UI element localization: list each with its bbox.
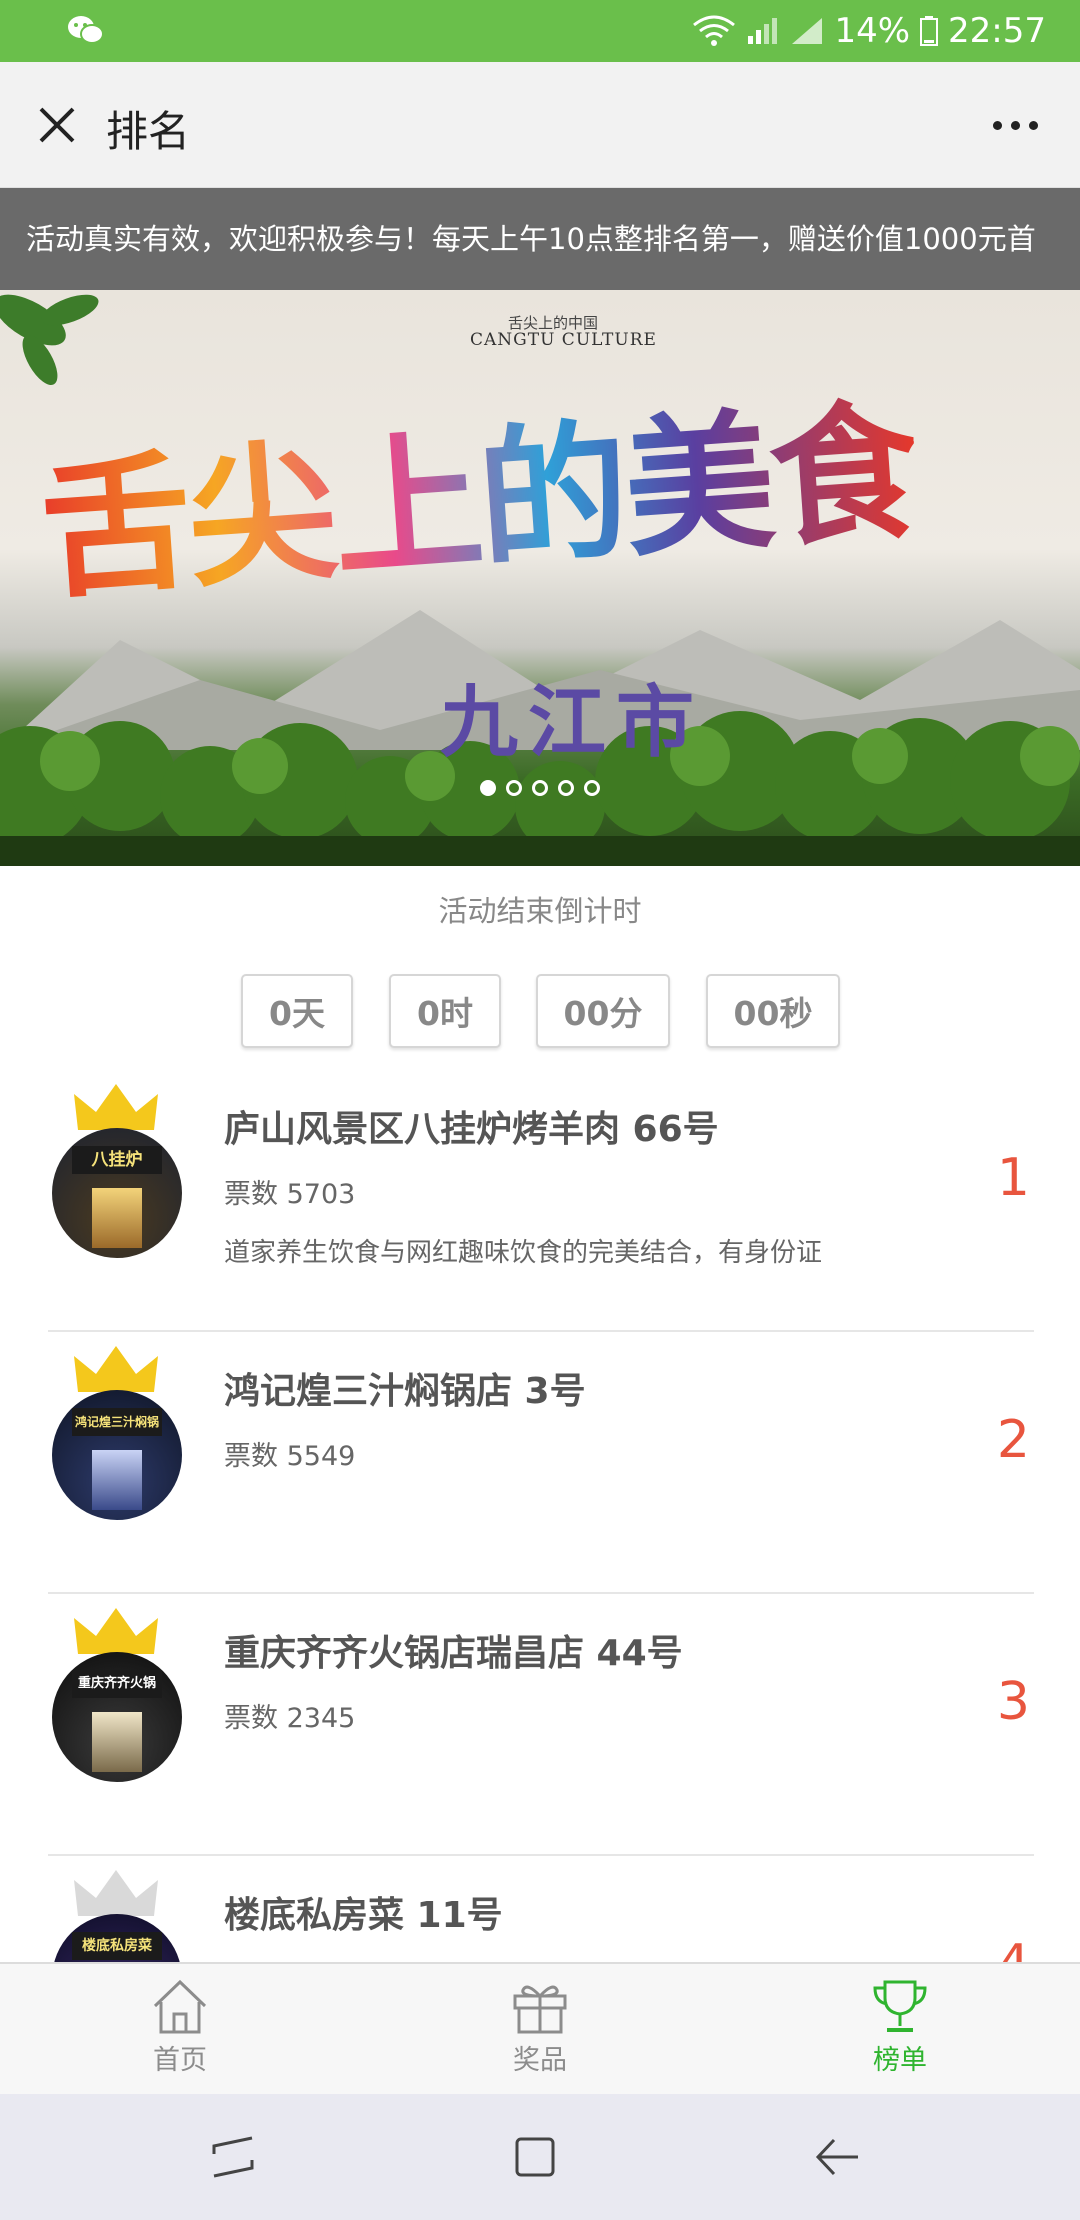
close-icon	[39, 107, 75, 143]
trophy-icon	[873, 1980, 927, 2032]
item-rank: 3	[996, 1672, 1030, 1732]
banner-subtitle-en: CANGTU CULTURE	[470, 330, 657, 350]
page-title: 排名	[106, 107, 191, 156]
countdown-seconds: 00秒	[706, 974, 840, 1048]
list-item[interactable]: 鸿记煌三汁焖锅 鸿记煌三汁焖锅店 3号 票数 5549 2	[48, 1332, 1034, 1594]
status-bar: 14% 22:57	[0, 0, 1080, 62]
recent-apps-button[interactable]	[198, 2122, 268, 2192]
more-button[interactable]	[980, 92, 1050, 158]
crown-icon	[74, 1084, 158, 1130]
avatar-door	[92, 1712, 142, 1772]
carousel-dot[interactable]	[532, 780, 548, 796]
carousel-dots	[480, 780, 600, 796]
avatar-door	[92, 1450, 142, 1510]
countdown-hours: 0时	[389, 974, 501, 1048]
back-button[interactable]	[802, 2122, 872, 2192]
avatar-door	[92, 1188, 142, 1248]
countdown-minutes: 00分	[536, 974, 670, 1048]
item-rank: 2	[996, 1410, 1030, 1470]
avatar-sign: 八挂炉	[72, 1146, 162, 1174]
home-button[interactable]	[500, 2122, 570, 2192]
system-nav-bar	[0, 2094, 1080, 2220]
avatar: 鸿记煌三汁焖锅	[52, 1390, 182, 1520]
close-button[interactable]	[22, 90, 92, 160]
tab-ranking-label: 榜单	[873, 2045, 927, 2076]
item-name: 重庆齐齐火锅店瑞昌店 44号	[224, 1633, 683, 1674]
signal-icon	[748, 18, 778, 44]
avatar: 八挂炉	[52, 1128, 182, 1258]
countdown-label: 活动结束倒计时	[438, 894, 642, 928]
home-icon	[153, 1979, 207, 2034]
tab-ranking[interactable]: 榜单	[830, 1978, 970, 2088]
avatar-with-crown: 八挂炉	[52, 1084, 182, 1264]
item-name: 鸿记煌三汁焖锅店 3号	[224, 1371, 586, 1412]
tab-prizes[interactable]: 奖品	[470, 1978, 610, 2088]
gift-icon	[513, 1985, 567, 2034]
bottom-tab-bar: 首页 奖品 榜单	[0, 1962, 1080, 2094]
tab-home[interactable]: 首页	[110, 1978, 250, 2088]
avatar: 重庆齐齐火锅	[52, 1652, 182, 1782]
carousel-dot[interactable]	[558, 780, 574, 796]
avatar-sign: 重庆齐齐火锅	[72, 1670, 162, 1698]
item-votes: 票数 5549	[224, 1441, 356, 1472]
item-votes: 票数 2345	[224, 1703, 356, 1734]
battery-icon	[920, 16, 939, 46]
item-votes: 票数 5703	[224, 1179, 356, 1210]
crown-icon	[74, 1608, 158, 1654]
home-button-icon	[515, 2137, 555, 2177]
battery-percent: 14%	[834, 11, 911, 51]
title-bar: 排名	[0, 62, 1080, 188]
carousel-dot[interactable]	[480, 780, 496, 796]
back-icon	[815, 2138, 858, 2176]
item-name: 庐山风景区八挂炉烤羊肉 66号	[224, 1109, 719, 1150]
leaf-decoration	[0, 294, 99, 385]
avatar-sign: 楼底私房菜	[72, 1932, 162, 1960]
crown-icon	[74, 1870, 158, 1916]
crown-icon	[74, 1346, 158, 1392]
avatar-sign: 鸿记煌三汁焖锅	[72, 1408, 162, 1436]
clock: 22:57	[948, 11, 1046, 51]
avatar-with-crown: 重庆齐齐火锅	[52, 1608, 182, 1788]
banner-city: 九江市	[440, 677, 705, 768]
wechat-icon	[68, 16, 104, 44]
recent-apps-icon	[212, 2136, 254, 2178]
more-icon	[992, 120, 1002, 130]
tab-prizes-label: 奖品	[513, 2045, 567, 2076]
carousel-dot[interactable]	[584, 780, 600, 796]
list-item[interactable]: 重庆齐齐火锅 重庆齐齐火锅店瑞昌店 44号 票数 2345 3	[48, 1594, 1034, 1856]
avatar-with-crown: 鸿记煌三汁焖锅	[52, 1346, 182, 1526]
notice-marquee: 活动真实有效，欢迎积极参与！每天上午10点整排名第一，赠送价值1000元首	[0, 188, 1080, 290]
carousel-dot[interactable]	[506, 780, 522, 796]
signal-g-icon	[792, 18, 823, 44]
tab-home-label: 首页	[153, 2045, 207, 2076]
countdown-days: 0天	[241, 974, 353, 1048]
item-description: 道家养生饮食与网红趣味饮食的完美结合，有身份证	[224, 1238, 823, 1268]
item-name: 楼底私房菜 11号	[224, 1895, 503, 1936]
item-rank: 1	[996, 1148, 1030, 1208]
wifi-icon	[693, 15, 736, 46]
list-item[interactable]: 八挂炉 庐山风景区八挂炉烤羊肉 66号 票数 5703 道家养生饮食与网红趣味饮…	[48, 1070, 1034, 1332]
banner-carousel[interactable]: 舌尖上的中国 CANGTU CULTURE 舌尖上的美食 九江市	[0, 290, 1080, 866]
